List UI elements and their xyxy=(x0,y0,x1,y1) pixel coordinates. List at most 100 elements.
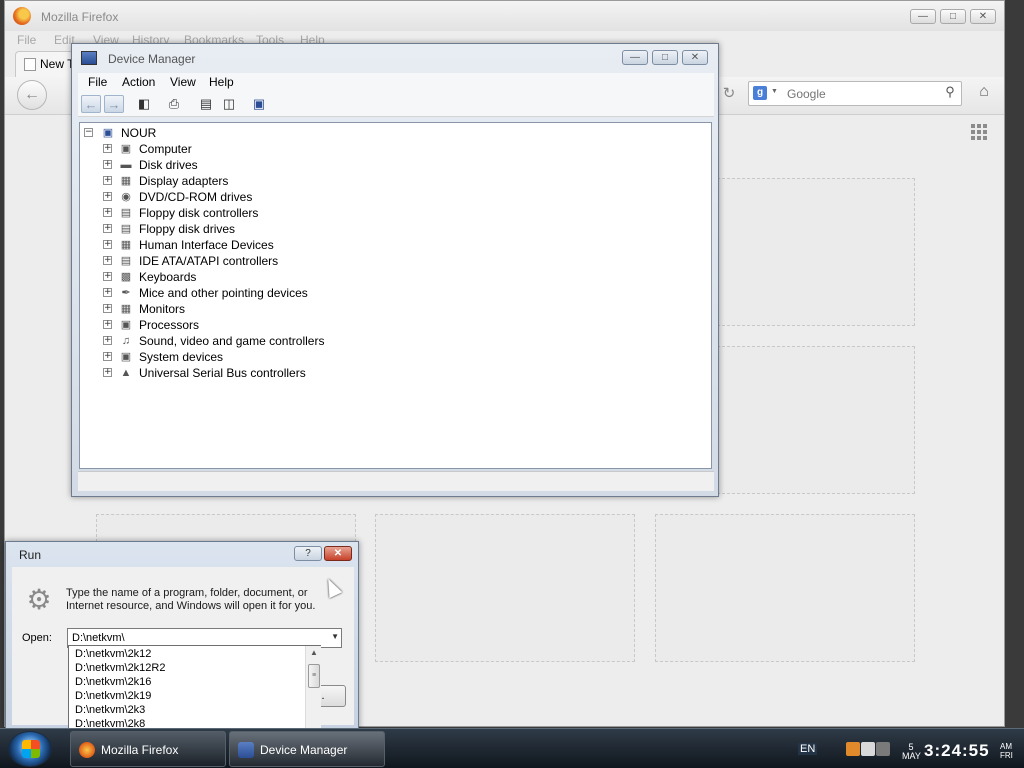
back-arrow-icon[interactable]: ← xyxy=(17,80,47,110)
firefox-title-bar[interactable]: Mozilla Firefox — □ ✕ xyxy=(5,1,1004,31)
expand-icon[interactable]: + xyxy=(103,288,112,297)
taskbar: Mozilla Firefox Device Manager EN 5 MAY … xyxy=(0,728,1024,768)
minimize-button[interactable]: — xyxy=(910,9,936,24)
apps-grid-icon[interactable] xyxy=(971,124,987,140)
processor-icon: ▣ xyxy=(120,319,132,331)
tree-item-device[interactable]: + ▣ Computer xyxy=(80,141,480,157)
close-button[interactable]: ✕ xyxy=(324,546,352,561)
computer-icon: ▣ xyxy=(102,127,114,139)
minimize-button[interactable]: — xyxy=(622,50,648,65)
new-tab-tile[interactable] xyxy=(375,514,635,662)
expand-icon[interactable]: + xyxy=(103,352,112,361)
close-button[interactable]: ✕ xyxy=(682,50,708,65)
taskbar-item-firefox[interactable]: Mozilla Firefox xyxy=(70,731,226,767)
google-engine-icon[interactable]: g xyxy=(753,86,767,100)
tree-item-device[interactable]: + ▬ Disk drives xyxy=(80,157,480,173)
tree-item-device[interactable]: + ◉ DVD/CD-ROM drives xyxy=(80,189,480,205)
tree-item-label: Universal Serial Bus controllers xyxy=(139,366,306,380)
tree-item-device[interactable]: + ▣ System devices xyxy=(80,349,480,365)
new-tab-tile[interactable] xyxy=(717,178,915,326)
back-arrow-icon[interactable]: ← xyxy=(81,95,101,113)
scroll-thumb[interactable]: ≡ xyxy=(308,664,320,688)
suggestion-item[interactable]: D:\netkvm\2k12 xyxy=(75,647,151,661)
search-box[interactable]: g ▼ ⚲ xyxy=(748,81,962,106)
expand-icon[interactable]: + xyxy=(103,240,112,249)
system-icon: ▣ xyxy=(120,351,132,363)
expand-icon[interactable]: + xyxy=(103,272,112,281)
forward-arrow-icon[interactable]: → xyxy=(104,95,124,113)
expand-icon[interactable]: + xyxy=(103,192,112,201)
tree-item-label: Mice and other pointing devices xyxy=(139,286,308,300)
suggestion-item[interactable]: D:\netkvm\2k12R2 xyxy=(75,661,165,675)
tree-item-label: Sound, video and game controllers xyxy=(139,334,325,348)
collapse-icon[interactable]: − xyxy=(84,128,93,137)
network-icon[interactable] xyxy=(876,742,890,756)
language-indicator[interactable]: EN xyxy=(798,743,818,755)
open-input[interactable] xyxy=(72,631,312,645)
windows-logo-icon xyxy=(22,740,40,758)
tree-item-device[interactable]: + ▤ Floppy disk drives xyxy=(80,221,480,237)
menu-file[interactable]: File xyxy=(17,33,36,47)
clock-date[interactable]: 5 MAY xyxy=(902,743,921,761)
expand-icon[interactable]: + xyxy=(103,256,112,265)
help-button[interactable]: ? xyxy=(294,546,322,561)
new-tab-tile[interactable] xyxy=(717,346,915,494)
taskbar-item-label: Device Manager xyxy=(260,743,348,757)
suggestion-item[interactable]: D:\netkvm\2k3 xyxy=(75,703,145,717)
tree-item-label: System devices xyxy=(139,350,224,364)
tree-item-device[interactable]: + ▦ Human Interface Devices xyxy=(80,237,480,253)
menu-file[interactable]: File xyxy=(88,75,107,89)
ampm: AM xyxy=(1000,742,1012,751)
status-bar xyxy=(78,471,714,491)
expand-icon[interactable]: + xyxy=(103,224,112,233)
system-tray xyxy=(846,742,900,758)
chevron-down-icon[interactable]: ▼ xyxy=(771,88,778,95)
maximize-button[interactable]: □ xyxy=(652,50,678,65)
tray-app-icon[interactable] xyxy=(846,742,860,756)
expand-icon[interactable]: + xyxy=(103,208,112,217)
print-icon[interactable]: ⎙ xyxy=(164,95,184,113)
tree-item-device[interactable]: + ▲ Universal Serial Bus controllers xyxy=(80,365,480,381)
tree-item-device[interactable]: + ▣ Processors xyxy=(80,317,480,333)
menu-help[interactable]: Help xyxy=(209,75,234,89)
tree-item-device[interactable]: + ▤ Floppy disk controllers xyxy=(80,205,480,221)
search-input[interactable] xyxy=(787,86,937,102)
expand-icon[interactable]: + xyxy=(103,176,112,185)
tree-item-device[interactable]: + ♫ Sound, video and game controllers xyxy=(80,333,480,349)
chevron-down-icon[interactable]: ▼ xyxy=(331,632,339,641)
tree-root[interactable]: − ▣ NOUR xyxy=(80,125,480,141)
expand-icon[interactable]: + xyxy=(103,304,112,313)
open-label: Open: xyxy=(22,632,52,644)
menu-action[interactable]: Action xyxy=(122,75,155,89)
menu-view[interactable]: View xyxy=(170,75,196,89)
help-icon[interactable]: ◫ xyxy=(219,95,239,113)
taskbar-item-device-manager[interactable]: Device Manager xyxy=(229,731,385,767)
clock-time[interactable]: 3:24:55 xyxy=(924,741,990,761)
scroll-up-icon[interactable]: ▲ xyxy=(308,648,320,657)
suggestion-item[interactable]: D:\netkvm\2k16 xyxy=(75,675,151,689)
show-hide-tree-icon[interactable]: ◧ xyxy=(134,95,154,113)
tree-item-device[interactable]: + ✒ Mice and other pointing devices xyxy=(80,285,480,301)
expand-icon[interactable]: + xyxy=(103,144,112,153)
expand-icon[interactable]: + xyxy=(103,368,112,377)
close-button[interactable]: ✕ xyxy=(970,9,996,24)
new-tab-tile[interactable] xyxy=(655,514,915,662)
tree-item-device[interactable]: + ▩ Keyboards xyxy=(80,269,480,285)
expand-icon[interactable]: + xyxy=(103,336,112,345)
home-icon[interactable]: ⌂ xyxy=(973,83,995,105)
expand-icon[interactable]: + xyxy=(103,160,112,169)
tree-item-device[interactable]: + ▦ Display adapters xyxy=(80,173,480,189)
search-icon[interactable]: ⚲ xyxy=(941,84,959,102)
maximize-button[interactable]: □ xyxy=(940,9,966,24)
tree-item-device[interactable]: + ▦ Monitors xyxy=(80,301,480,317)
properties-icon[interactable]: ▤ xyxy=(196,95,216,113)
scan-hardware-icon[interactable]: ▣ xyxy=(249,95,269,113)
action-center-flag-icon[interactable] xyxy=(861,742,875,756)
reload-icon[interactable]: ↻ xyxy=(718,84,740,106)
expand-icon[interactable]: + xyxy=(103,320,112,329)
suggestion-item[interactable]: D:\netkvm\2k19 xyxy=(75,689,151,703)
device-manager-icon xyxy=(238,742,254,758)
tree-item-device[interactable]: + ▤ IDE ATA/ATAPI controllers xyxy=(80,253,480,269)
tree-item-label: Disk drives xyxy=(139,158,198,172)
start-button[interactable] xyxy=(8,731,52,767)
